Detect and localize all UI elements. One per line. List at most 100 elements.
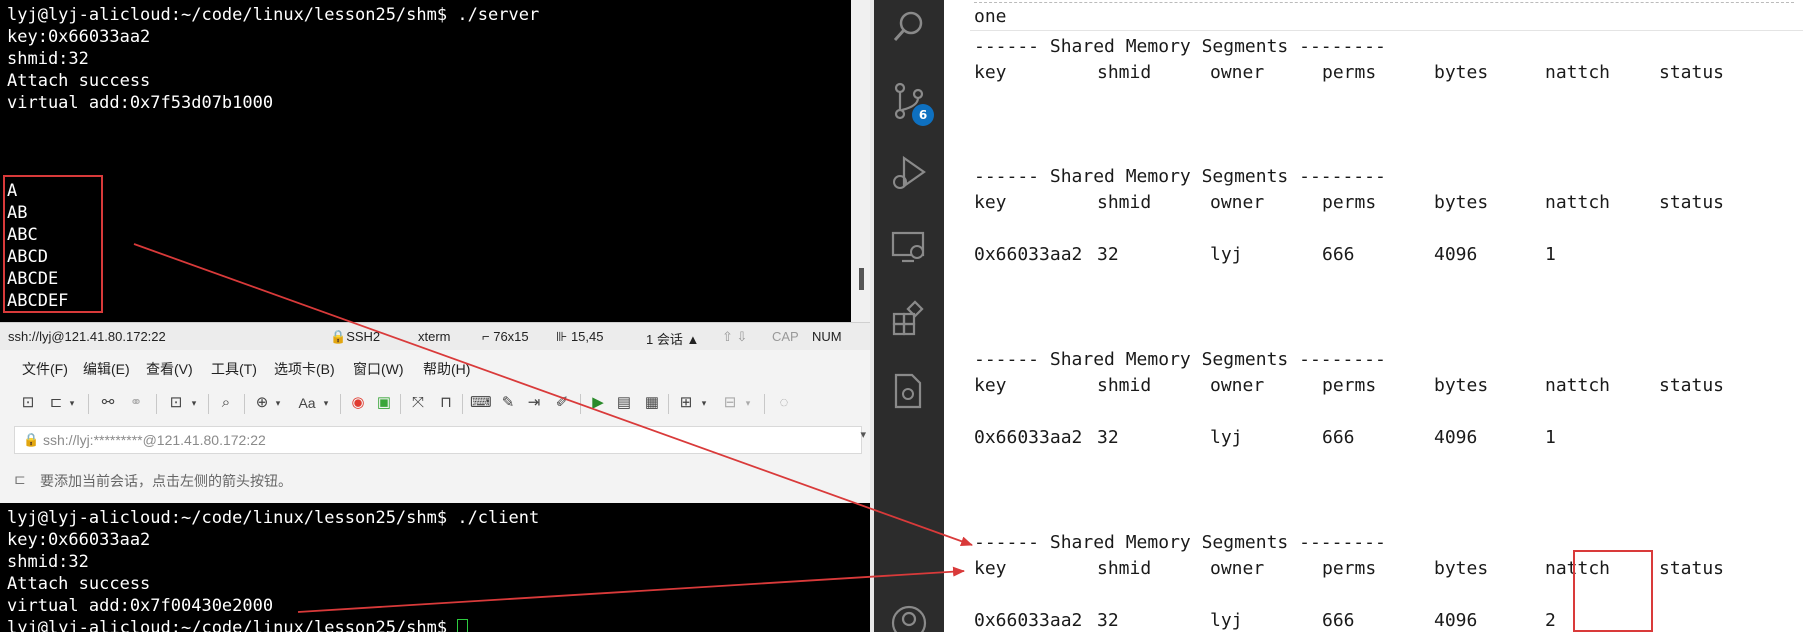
terminal-separator [970, 30, 1803, 31]
status-arrows[interactable]: ⇧ ⇩ [722, 329, 747, 345]
compose-icon[interactable]: ✎ [498, 394, 518, 412]
session-address-input[interactable]: 🔒 ssh://lyj:*********@121.41.80.172:22 [14, 426, 862, 454]
menu-window[interactable]: 窗口(W) [353, 359, 404, 379]
status-sessions[interactable]: 1 会话 ▲ [646, 329, 699, 348]
new-tab-icon[interactable]: ⊞ [676, 394, 696, 412]
ipcs-cell: 4096 [1434, 610, 1478, 631]
new-session-icon[interactable]: ⊡ [18, 394, 38, 412]
search-icon[interactable]: ⌕ [216, 394, 236, 412]
address-bar: 🔒 ssh://lyj:*********@121.41.80.172:22 ▾ [0, 422, 870, 458]
ipcs-cell: 1 [1545, 427, 1556, 448]
status-terminal-type: xterm [418, 329, 451, 344]
terminal-line: key:0x66033aa2 [7, 530, 151, 550]
menu-file[interactable]: 文件(F) [22, 359, 68, 379]
vscode-terminal[interactable]: one ------ Shared Memory Segments ------… [944, 0, 1803, 632]
ipcs-column-header: nattch [1545, 375, 1611, 396]
terminal-cursor [457, 619, 469, 632]
xmanager-icon[interactable]: ▣ [374, 394, 394, 412]
terminal-line: ABCDE [7, 269, 59, 289]
log-icon[interactable]: ▤ [614, 394, 634, 412]
remote-file-gear-icon[interactable] [890, 372, 928, 410]
source-control-badge: 6 [912, 104, 934, 126]
ipcs-cell: 0x66033aa2 [974, 610, 1083, 631]
layout-icon[interactable]: ⊟ [720, 394, 740, 412]
ipcs-column-header: status [1659, 62, 1725, 83]
chevron-down-icon[interactable]: ▾ [860, 428, 866, 441]
terminal-line: AB [7, 203, 28, 223]
ipcs-cell: lyj [1210, 244, 1243, 265]
add-session-icon[interactable]: ⊏ [14, 471, 26, 488]
client-terminal[interactable]: lyj@lyj-alicloud:~/code/linux/lesson25/s… [0, 503, 870, 632]
disconnect-icon[interactable]: ⚯ [98, 394, 118, 412]
ipcs-column-header: owner [1210, 375, 1265, 396]
status-caps: CAP [772, 329, 799, 344]
chevron-down-icon[interactable]: ▾ [188, 394, 200, 412]
chevron-down-icon[interactable]: ▾ [272, 394, 284, 412]
account-icon[interactable] [890, 604, 928, 632]
ipcs-cell: lyj [1210, 610, 1243, 631]
ipcs-cell: 0x66033aa2 [974, 427, 1083, 448]
search-icon[interactable] [890, 8, 928, 46]
terminal-line: lyj@lyj-alicloud:~/code/linux/lesson25/s… [7, 5, 540, 25]
server-terminal[interactable]: lyj@lyj-alicloud:~/code/linux/lesson25/s… [0, 0, 851, 322]
scrollbar-thumb[interactable] [859, 268, 864, 290]
run-icon[interactable]: ▶ [588, 394, 608, 412]
xftp-icon[interactable]: ◉ [348, 394, 368, 412]
chevron-down-icon[interactable]: ▾ [320, 394, 332, 412]
ipcs-column-header: shmid [1097, 558, 1152, 579]
menu-help[interactable]: 帮助(H) [423, 359, 470, 379]
remote-explorer-icon[interactable] [890, 228, 928, 266]
chevron-down-icon[interactable]: ▾ [66, 394, 78, 412]
menu-edit[interactable]: 编辑(E) [83, 359, 130, 379]
transfer-icon[interactable]: ⇥ [524, 394, 544, 412]
terminal-line: virtual add:0x7f00430e2000 [7, 596, 274, 616]
nattch-highlight-box [1573, 550, 1653, 632]
menu-tabs[interactable]: 选项卡(B) [274, 359, 335, 379]
script-icon[interactable]: ✐ [552, 394, 572, 412]
ipcs-header-title: ------ Shared Memory Segments -------- [974, 166, 1386, 187]
server-terminal-scrollbar[interactable] [851, 0, 870, 322]
ipcs-column-header: nattch [1545, 62, 1611, 83]
previous-output-fragment: one [974, 6, 1007, 27]
fullscreen-icon[interactable]: ⤧ [408, 394, 428, 412]
ipcs-header-title: ------ Shared Memory Segments -------- [974, 349, 1386, 370]
ipcs-column-header: owner [1210, 558, 1265, 579]
chevron-down-icon[interactable]: ▾ [698, 394, 710, 412]
run-debug-icon[interactable] [890, 154, 928, 192]
chevron-down-icon[interactable]: ▾ [742, 394, 754, 412]
ipcs-cell: 2 [1545, 610, 1556, 631]
help-icon[interactable]: ◌ [774, 394, 794, 412]
menu-bar: 文件(F) 编辑(E) 查看(V) 工具(T) 选项卡(B) 窗口(W) 帮助(… [0, 350, 870, 384]
ipcs-cell: 32 [1097, 427, 1119, 448]
ipcs-column-header: bytes [1434, 62, 1489, 83]
lock-icon: 🔒 [23, 432, 40, 447]
session-hint-bar: ⊏ 要添加当前会话，点击左侧的箭头按钮。 [0, 458, 870, 503]
previous-output-edge [974, 0, 1794, 3]
status-bar: ssh://lyj@121.41.80.172:22 🔒SSH2 xterm ⌐… [0, 322, 870, 350]
terminal-line: Attach success [7, 574, 151, 594]
status-size: ⌐ 76x15 [482, 329, 529, 344]
extensions-icon[interactable] [890, 300, 928, 338]
ipcs-column-header: perms [1322, 375, 1377, 396]
menu-tools[interactable]: 工具(T) [211, 359, 257, 379]
menu-view[interactable]: 查看(V) [146, 359, 193, 379]
globe-icon[interactable]: ⊕ [252, 394, 272, 412]
font-button[interactable]: Aa [294, 394, 320, 412]
properties-icon[interactable]: ⊡ [166, 394, 186, 412]
notes-icon[interactable]: ▦ [642, 394, 662, 412]
terminal-line: ABCD [7, 247, 48, 267]
keyboard-icon[interactable]: ⌨ [470, 394, 492, 412]
ipcs-column-header: owner [1210, 62, 1265, 83]
terminal-line: key:0x66033aa2 [7, 27, 151, 47]
ipcs-cell: 4096 [1434, 244, 1478, 265]
ipcs-column-header: status [1659, 192, 1725, 213]
ipcs-column-header: perms [1322, 192, 1377, 213]
toolbar: ⊡ ⊏ ▾ ⚯ ⚭ ⊡ ▾ ⌕ ⊕ ▾ Aa ▾ ◉ ▣ ⤧ ⊓ ⌨ ✎ ⇥ ✐… [0, 384, 870, 422]
lock-icon[interactable]: ⊓ [436, 394, 456, 412]
open-folder-icon[interactable]: ⊏ [46, 394, 66, 412]
ipcs-column-header: shmid [1097, 375, 1152, 396]
link-icon[interactable]: ⚭ [126, 394, 146, 412]
ipcs-column-header: bytes [1434, 375, 1489, 396]
